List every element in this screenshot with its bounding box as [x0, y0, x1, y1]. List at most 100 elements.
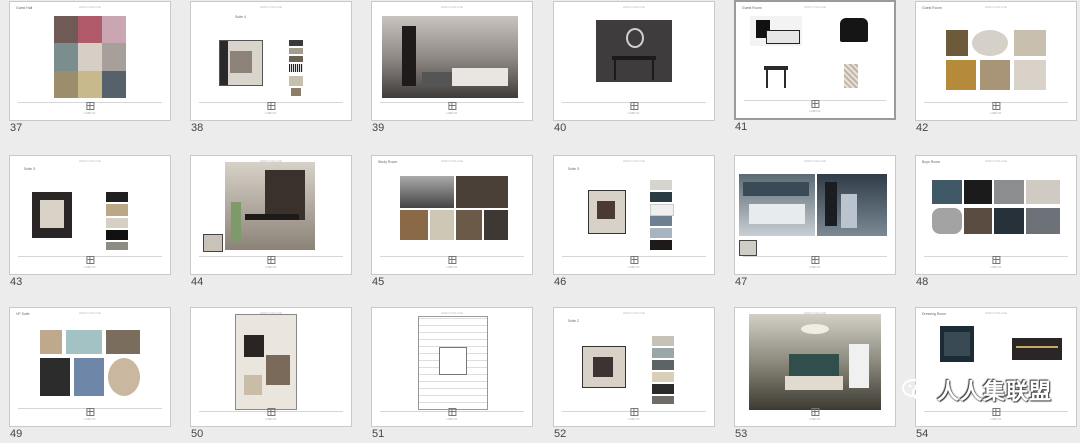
slide-thumbnail[interactable]: HIRCO PALACE Boys Room HIRCO 48: [915, 155, 1077, 288]
brand-logo: HIRCO: [446, 102, 457, 115]
floor-plan-image: [582, 346, 626, 388]
slide-thumbnail[interactable]: HIRCO PALACE Suite 2 HIRCO 52: [553, 307, 715, 440]
slide-header-text: HIRCO PALACE: [78, 159, 102, 163]
armchair-product-image: [836, 16, 872, 46]
slide-number: 48: [916, 276, 929, 288]
moodboard-image: [400, 176, 508, 240]
slide-number: 37: [10, 122, 23, 134]
material-swatch: [289, 64, 303, 72]
brand-logo: HIRCO: [809, 256, 820, 269]
dresser-image: [1012, 338, 1062, 360]
slide-card[interactable]: HIRCO PALACE HIRCO: [190, 307, 352, 427]
slide-number: 39: [372, 122, 385, 134]
slide-number: 45: [372, 276, 385, 288]
slide-thumbnail[interactable]: HIRCO PALACE Suite 3 HIRCO 46: [553, 155, 715, 288]
slide-card[interactable]: HIRCO PALACE Suite 3 HIRCO: [553, 155, 715, 275]
slide-header-text: HIRCO PALACE: [259, 5, 283, 9]
slide-card[interactable]: HIRCO PALACE Dressing Room HIRCO: [915, 307, 1077, 427]
floor-plan-image: [588, 190, 626, 234]
brand-logo: HIRCO: [990, 102, 1001, 115]
slide-card[interactable]: HIRCO PALACE HIRCO: [371, 1, 533, 121]
slide-thumbnail[interactable]: HIRCO PALACE HIRCO 39: [371, 1, 533, 134]
slide-card[interactable]: HIRCO PALACE Suite 2 HIRCO: [553, 307, 715, 427]
slide-number: 40: [554, 122, 567, 134]
material-swatch: [106, 192, 128, 202]
slide-card[interactable]: HIRCO PALACE Suite 3 HIRCO: [9, 155, 171, 275]
slide-thumbnail[interactable]: HIRCO PALACE Guest Room HIRCO 42: [915, 1, 1077, 134]
slide-number: 47: [735, 276, 748, 288]
wardrobe-image: [940, 326, 974, 362]
brand-logo: HIRCO: [84, 256, 95, 269]
material-swatch: [289, 40, 303, 46]
bedroom-render-image: [749, 314, 881, 410]
slide-card[interactable]: HIRCO PALACE HIRCO: [734, 307, 896, 427]
slide-thumbnail[interactable]: HIRCO PALACE HIRCO 53: [734, 307, 896, 440]
slide-thumbnail[interactable]: HIRCO PALACE Suite 4 HIRCO 38: [190, 1, 352, 134]
slide-thumbnail[interactable]: HIRCO PALACE Study Room HIRCO 45: [371, 155, 533, 288]
material-swatch: [652, 372, 674, 382]
brand-logo: HIRCO: [265, 408, 276, 421]
brand-logo: HIRCO: [628, 256, 639, 269]
floor-plan-thumbnail: [203, 234, 223, 252]
lifestyle-photo-image: [817, 174, 887, 236]
slide-title: Guest Room: [922, 6, 942, 10]
slide-thumbnail[interactable]: HIRCO PALACE Guest Hall HIRCO 37: [9, 1, 171, 134]
material-swatch: [106, 242, 128, 250]
brand-logo: HIRCO: [628, 408, 639, 421]
slide-thumbnail[interactable]: HIRCO PALACE HIRCO 44: [190, 155, 352, 288]
slide-thumbnail[interactable]: HIRCO PALACE HIRCO 40: [553, 1, 715, 134]
slide-number: 46: [554, 276, 567, 288]
material-swatch: [652, 348, 674, 358]
slide-thumbnail[interactable]: HIRCO PALACE HIRCO 47: [734, 155, 896, 288]
slide-number: 51: [372, 428, 385, 440]
brand-logo: HIRCO: [446, 408, 457, 421]
slide-title: Dressing Room: [922, 312, 947, 316]
slide-card[interactable]: HIRCO PALACE HIRCO: [371, 307, 533, 427]
slide-header-text: HIRCO PALACE: [622, 5, 646, 9]
slide-title: Suite 4: [235, 15, 246, 19]
slide-number: 50: [191, 428, 204, 440]
slide-title: Suite 3: [568, 167, 579, 171]
slide-header-text: HIRCO PALACE: [440, 311, 464, 315]
ceiling-plan-image: [418, 316, 488, 410]
slide-thumbnail[interactable]: HIRCO PALACE Dressing Room HIRCO 54: [915, 307, 1077, 440]
slide-number: 54: [916, 428, 929, 440]
slide-number: 44: [191, 276, 204, 288]
slide-card[interactable]: HIRCO PALACE Guest Hall HIRCO: [9, 1, 171, 121]
slide-title: Boys Room: [922, 160, 941, 164]
fabric-swatch-image: [844, 64, 858, 88]
material-swatch: [652, 336, 674, 346]
brand-logo: HIRCO: [990, 408, 1001, 421]
watermark: 人人集联盟: [901, 374, 1052, 406]
material-swatch: [289, 48, 303, 54]
material-swatch: [106, 204, 128, 216]
slide-thumbnail[interactable]: HIRCO PALACE Suite 3 HIRCO 43: [9, 155, 171, 288]
bedroom-render-image: [382, 16, 518, 98]
slide-card[interactable]: HIRCO PALACE Guest Room HIRCO: [915, 1, 1077, 121]
slide-card[interactable]: HIRCO PALACE HIRCO: [734, 155, 896, 275]
slide-header-text: HIRCO PALACE: [622, 311, 646, 315]
slide-card[interactable]: HIRCO PALACE Study Room HIRCO: [371, 155, 533, 275]
slide-thumbnail[interactable]: HIRCO PALACE VP Suite HIRCO 49: [9, 307, 171, 440]
slide-thumbnail[interactable]: HIRCO PALACE HIRCO 51: [371, 307, 533, 440]
slide-title: Suite 2: [568, 319, 579, 323]
brand-logo: HIRCO: [84, 408, 95, 421]
slide-card[interactable]: HIRCO PALACE Boys Room HIRCO: [915, 155, 1077, 275]
brand-logo: HIRCO: [628, 102, 639, 115]
slide-card[interactable]: HIRCO PALACE VP Suite HIRCO: [9, 307, 171, 427]
slide-thumbnail-selected[interactable]: HIRCO PALACE Guest Room HIRCO 41: [734, 0, 896, 133]
slide-card[interactable]: HIRCO PALACE Suite 4 HIRCO: [190, 1, 352, 121]
slide-card[interactable]: HIRCO PALACE HIRCO: [553, 1, 715, 121]
material-swatch: [106, 218, 128, 228]
material-swatch: [652, 384, 674, 394]
wechat-icon: [901, 378, 931, 402]
moodboard-image: [40, 330, 140, 396]
slide-number: 42: [916, 122, 929, 134]
slide-header-text: HIRCO PALACE: [622, 159, 646, 163]
brand-logo: HIRCO: [809, 408, 820, 421]
slide-card[interactable]: HIRCO PALACE Guest Room HIRCO: [734, 0, 896, 120]
watermark-text: 人人集联盟: [936, 379, 1052, 404]
brand-logo: HIRCO: [84, 102, 95, 115]
slide-card[interactable]: HIRCO PALACE HIRCO: [190, 155, 352, 275]
slide-thumbnail[interactable]: HIRCO PALACE HIRCO 50: [190, 307, 352, 440]
